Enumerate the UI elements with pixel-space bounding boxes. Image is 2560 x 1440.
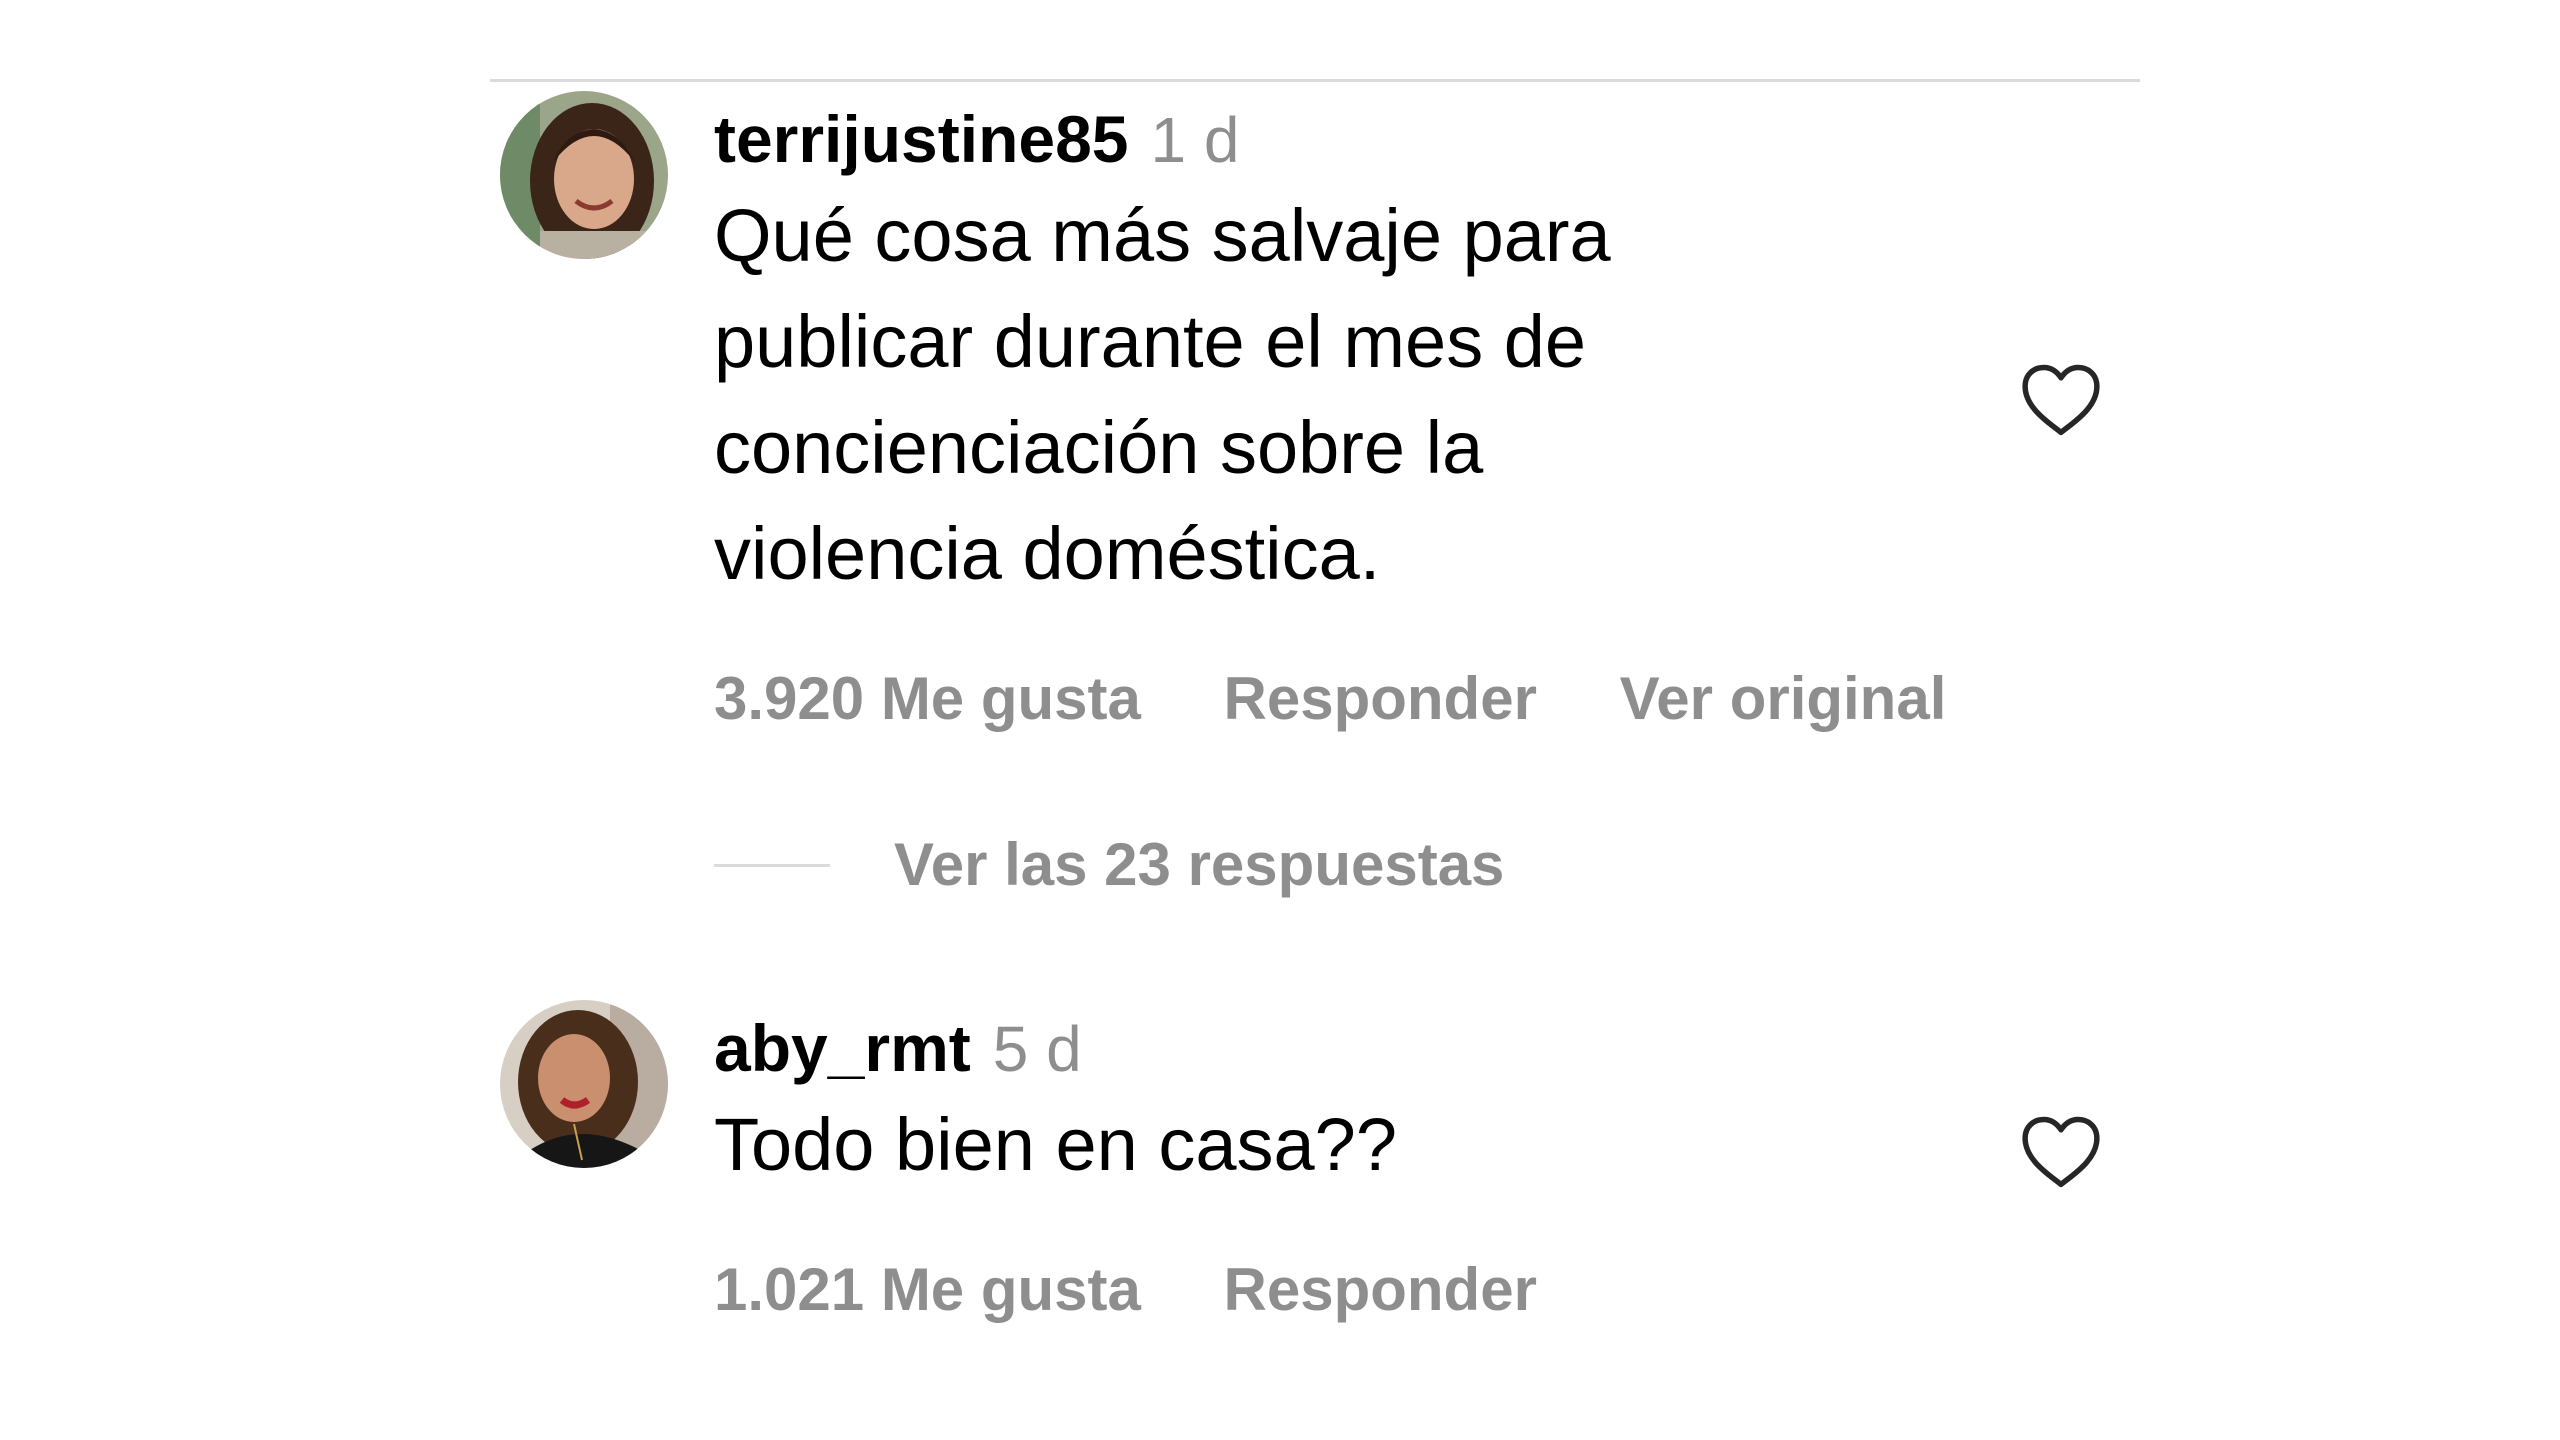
comment-body: terrijustine85 1 d Qué cosa más salvaje p…	[714, 91, 1946, 739]
comment-header: terrijustine85 1 d	[714, 91, 1894, 187]
reply-button[interactable]: Responder	[1224, 665, 1537, 732]
heart-outline-icon[interactable]	[2020, 1114, 2102, 1190]
timestamp[interactable]: 1 d	[1151, 104, 1240, 176]
avatar-photo	[500, 1000, 668, 1168]
username[interactable]: aby_rmt	[714, 1011, 971, 1085]
comment-text: Todo bien en casa??	[714, 1103, 1397, 1186]
top-divider	[490, 79, 2140, 82]
avatar[interactable]	[500, 1000, 668, 1168]
username[interactable]: terrijustine85	[714, 102, 1129, 176]
see-original-button[interactable]: Ver original	[1620, 665, 1947, 732]
comment-body: aby_rmt 5 d Todo bien en casa?? 1.021 Me …	[714, 1000, 1894, 1330]
comment-actions: 3.920 Me gusta Responder Ver original	[714, 659, 1946, 739]
comment-actions: 1.021 Me gusta Responder	[714, 1250, 1894, 1330]
heart-outline-icon[interactable]	[2020, 362, 2102, 438]
likes-count-button[interactable]: 1.021 Me gusta	[714, 1256, 1141, 1323]
likes-count-button[interactable]: 3.920 Me gusta	[714, 665, 1141, 732]
comments-panel: terrijustine85 1 d Qué cosa más salvaje p…	[0, 0, 2560, 1440]
avatar-photo	[500, 91, 668, 259]
reply-button[interactable]: Responder	[1224, 1256, 1537, 1323]
view-replies-button[interactable]: Ver las 23 respuestas	[714, 825, 1504, 905]
avatar[interactable]	[500, 91, 668, 259]
timestamp[interactable]: 5 d	[993, 1013, 1082, 1085]
replies-divider	[714, 863, 830, 867]
comment-text: Qué cosa más salvaje para publicar duran…	[714, 194, 1611, 595]
view-replies-label[interactable]: Ver las 23 respuestas	[894, 825, 1504, 905]
comment-header: aby_rmt 5 d	[714, 1000, 1894, 1096]
